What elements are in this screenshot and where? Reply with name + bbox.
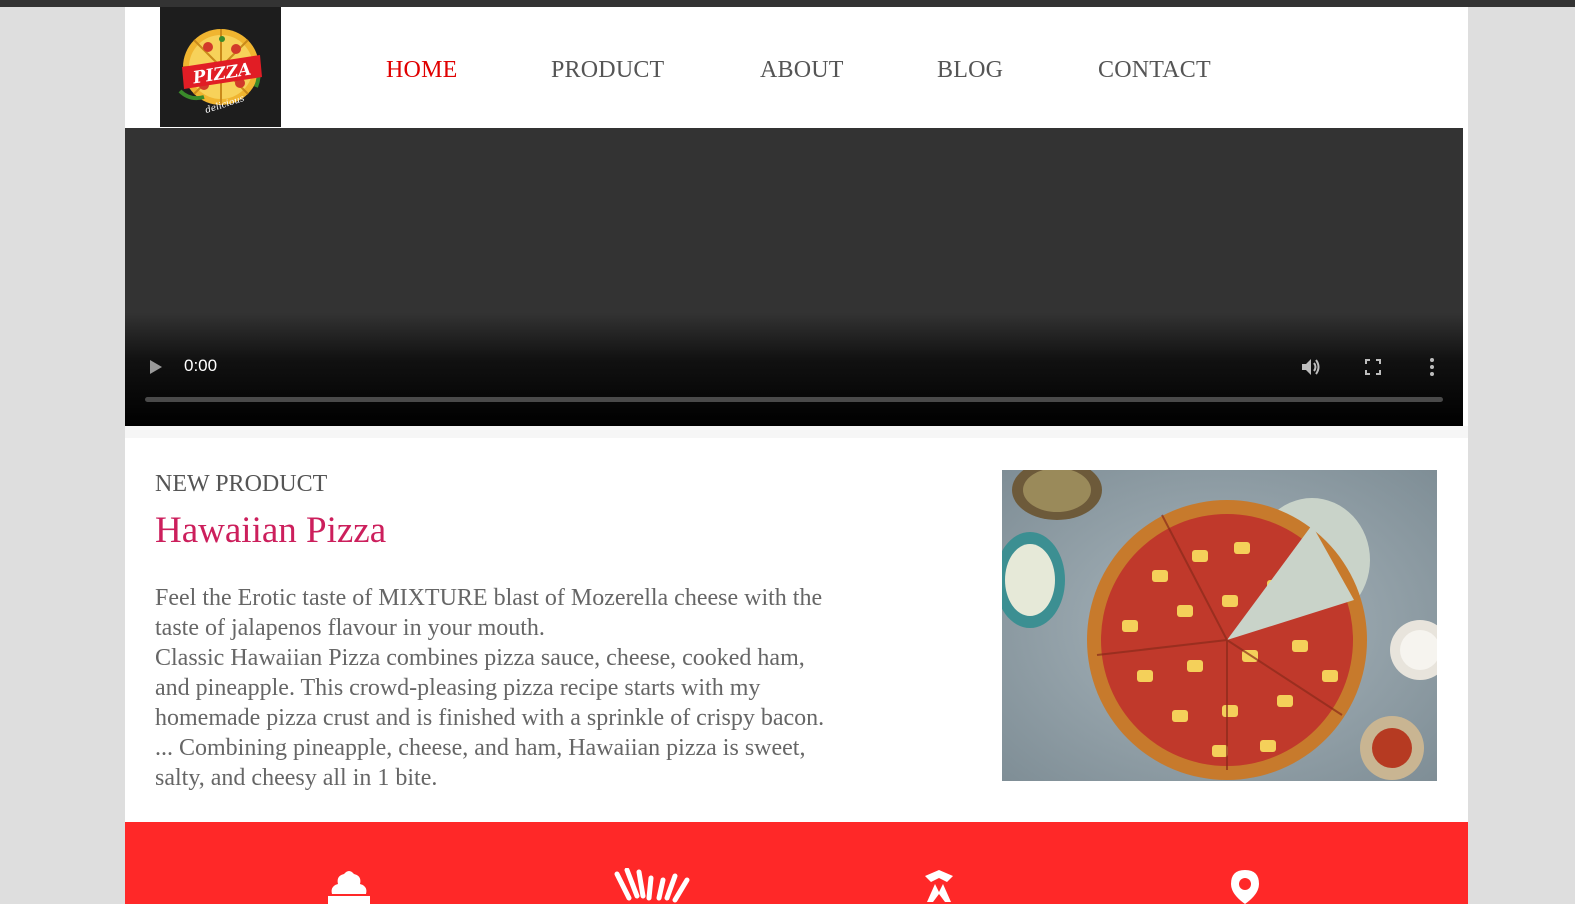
page-container: PIZZA delicious HOME PRODUCT ABOUT BLOG … xyxy=(125,7,1468,904)
features-band xyxy=(125,822,1468,904)
video-time: 0:00 xyxy=(184,356,218,375)
description-line: salty, and cheesy all in 1 bite. xyxy=(155,765,438,791)
nav-blog[interactable]: BLOG xyxy=(937,57,1003,84)
product-title: Hawaiian Pizza xyxy=(155,510,387,551)
dessert-icon xyxy=(328,871,370,904)
fullscreen-icon[interactable] xyxy=(1365,359,1381,375)
description-line: Feel the Erotic taste of MIXTURE blast o… xyxy=(155,585,823,611)
nav-about[interactable]: ABOUT xyxy=(760,57,844,84)
more-vertical-icon[interactable] xyxy=(1428,357,1436,377)
nav-product[interactable]: PRODUCT xyxy=(551,57,664,84)
description-line: taste of jalapenos flavour in your mouth… xyxy=(155,615,545,641)
product-description: Feel the Erotic taste of MIXTURE blast o… xyxy=(155,583,860,793)
brand-logo[interactable]: PIZZA delicious xyxy=(160,7,281,127)
description-line: ... Combining pineapple, cheese, and ham… xyxy=(155,735,806,761)
video-player[interactable]: 0:00 xyxy=(125,128,1463,426)
pizza-logo-icon: PIZZA delicious xyxy=(178,29,262,116)
product-eyebrow: NEW PRODUCT xyxy=(155,471,328,497)
location-pin-icon xyxy=(1231,870,1259,904)
description-line: and pineapple. This crowd-pleasing pizza… xyxy=(155,675,761,701)
description-line: Classic Hawaiian Pizza combines pizza sa… xyxy=(155,645,805,671)
nav-home[interactable]: HOME xyxy=(386,57,457,84)
video-progress-bar[interactable] xyxy=(145,397,1443,402)
chef-icon xyxy=(925,870,953,902)
browser-top-strip xyxy=(0,0,1575,7)
hawaiian-pizza-photo xyxy=(1002,470,1437,781)
nav-contact[interactable]: CONTACT xyxy=(1098,57,1211,84)
main-header: PIZZA delicious HOME PRODUCT ABOUT BLOG … xyxy=(125,7,1468,127)
description-line: homemade pizza crust and is finished wit… xyxy=(155,705,825,731)
volume-icon[interactable] xyxy=(1300,357,1322,377)
hands-icon xyxy=(614,868,690,903)
play-icon[interactable] xyxy=(149,359,163,375)
product-image xyxy=(1002,470,1437,781)
section-divider xyxy=(125,426,1468,438)
